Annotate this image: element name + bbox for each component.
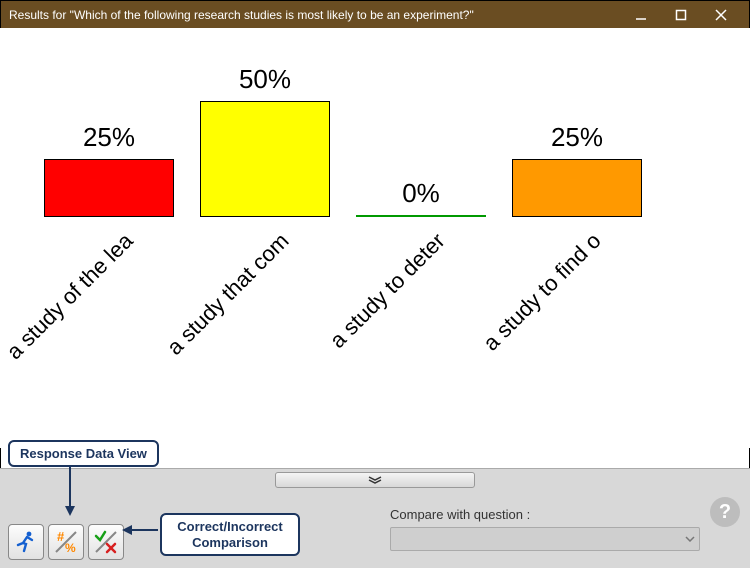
maximize-button[interactable] xyxy=(661,1,701,29)
bar-value-label: 50% xyxy=(200,64,330,95)
chart-bar-3: 0% xyxy=(356,178,486,217)
title-bar: Results for "Which of the following rese… xyxy=(1,1,749,29)
compare-with-question-select[interactable] xyxy=(390,527,700,551)
callout-correct-incorrect: Correct/Incorrect Comparison xyxy=(160,513,300,556)
category-label: a study that com xyxy=(149,228,295,374)
chart-bar-2: 50% xyxy=(200,64,330,217)
running-person-icon xyxy=(13,529,39,555)
collapse-handle[interactable] xyxy=(275,472,475,488)
help-button[interactable]: ? xyxy=(710,497,740,527)
run-button[interactable] xyxy=(8,524,44,560)
category-label: a study to find o xyxy=(461,228,607,374)
bar-value-label: 25% xyxy=(512,122,642,153)
category-label: a study to deter xyxy=(305,228,451,374)
chart-area: 25% 50% 0% 25% a study of the lea a stud… xyxy=(0,28,750,448)
window-title: Results for "Which of the following rese… xyxy=(9,8,621,22)
chart-bar-1: 25% xyxy=(44,122,174,217)
correct-incorrect-comparison-button[interactable] xyxy=(88,524,124,560)
check-x-icon xyxy=(93,529,119,555)
chevron-down-icon xyxy=(685,536,695,542)
category-label: a study of the lea xyxy=(0,228,138,374)
callout-response-data-view: Response Data View xyxy=(8,440,159,467)
svg-text:%: % xyxy=(65,541,76,555)
tool-row: # % xyxy=(8,524,124,560)
bar-rect xyxy=(512,159,642,217)
compare-with-question-label: Compare with question : xyxy=(390,507,530,522)
bar-value-label: 0% xyxy=(356,178,486,209)
footer-toolbar: ? Compare with question : # % xyxy=(0,468,750,568)
close-button[interactable] xyxy=(701,1,741,29)
bar-rect xyxy=(200,101,330,217)
bar-rect xyxy=(356,215,486,217)
help-icon: ? xyxy=(719,501,731,524)
response-data-view-button[interactable]: # % xyxy=(48,524,84,560)
hash-percent-icon: # % xyxy=(53,529,79,555)
svg-text:#: # xyxy=(57,529,65,544)
chevron-down-icon xyxy=(367,475,383,485)
bar-rect xyxy=(44,159,174,217)
bar-value-label: 25% xyxy=(44,122,174,153)
minimize-button[interactable] xyxy=(621,1,661,29)
chart-bar-4: 25% xyxy=(512,122,642,217)
